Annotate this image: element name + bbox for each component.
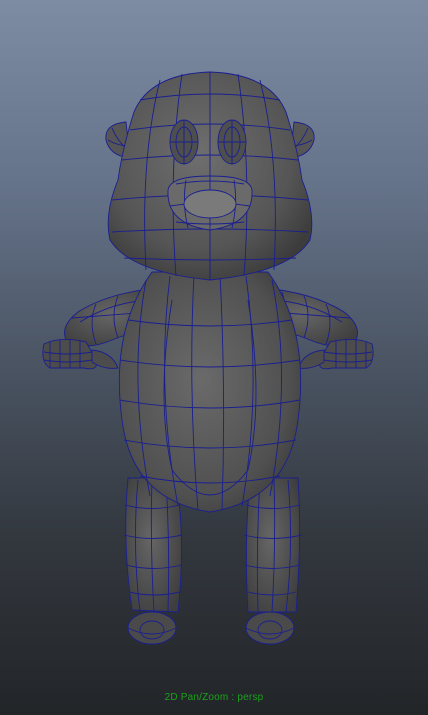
3d-viewport-persp[interactable]: 2D Pan/Zoom : persp: [0, 0, 428, 715]
character-model[interactable]: [0, 0, 428, 715]
right-eye: [217, 119, 247, 165]
left-eye: [169, 119, 199, 165]
left-hand: [42, 339, 119, 370]
left-leg: [123, 477, 183, 645]
right-leg: [243, 477, 303, 645]
camera-readout: 2D Pan/Zoom : persp: [164, 692, 264, 703]
torso: [118, 271, 302, 513]
head: [107, 71, 313, 281]
right-hand: [297, 339, 374, 370]
